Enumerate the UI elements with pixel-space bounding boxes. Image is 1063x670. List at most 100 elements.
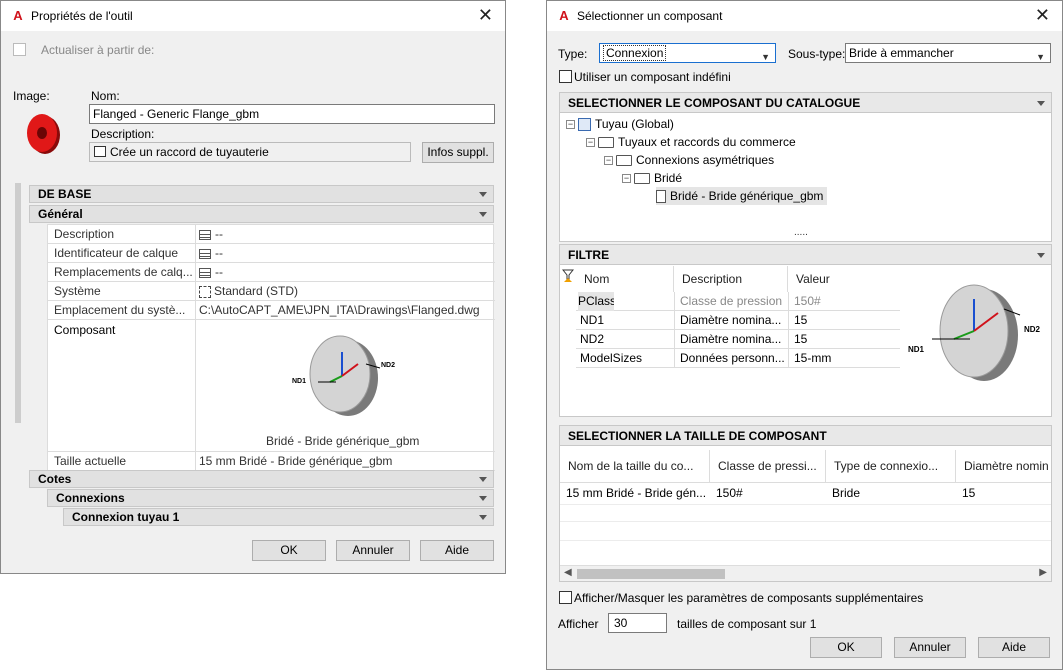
autocad-logo-icon: A bbox=[13, 8, 23, 23]
tree-node-tuyaux-raccords[interactable]: − Tuyaux et raccords du commerce bbox=[586, 133, 796, 151]
scroll-thumb[interactable] bbox=[577, 569, 725, 579]
filter-row[interactable]: PClass Classe de pression 150# bbox=[576, 292, 900, 311]
show-params-label: Afficher/Masquer les paramètres de compo… bbox=[574, 591, 924, 605]
folder-open-icon bbox=[634, 173, 650, 185]
subtype-select[interactable]: Bride à emmancher ▼ bbox=[845, 43, 1051, 63]
chevron-down-icon bbox=[1037, 253, 1045, 258]
prop-label: Système bbox=[54, 284, 101, 298]
description-edit-icon[interactable] bbox=[94, 146, 106, 157]
property-grid-scroll[interactable] bbox=[15, 183, 21, 423]
tree-node-label: Tuyau (Global) bbox=[595, 117, 674, 131]
collapse-icon: − bbox=[586, 137, 595, 148]
name-field[interactable]: Flanged - Generic Flange_gbm bbox=[89, 104, 495, 124]
catalog-panel: SELECTIONNER LE COMPOSANT DU CATALOGUE −… bbox=[559, 92, 1052, 242]
autocad-logo-icon: A bbox=[559, 8, 569, 23]
size-cell-diameter: 15 bbox=[962, 486, 976, 500]
tool-image bbox=[23, 113, 65, 155]
scroll-left-icon[interactable]: ◀ bbox=[564, 567, 572, 578]
prop-row-layer-override[interactable]: Remplacements de calq... -- bbox=[48, 263, 495, 282]
help-button[interactable]: Aide bbox=[420, 540, 494, 561]
tool-properties-dialog: A Propriétés de l'outil ✕ Actualiser à p… bbox=[0, 0, 506, 574]
prop-value: -- bbox=[199, 244, 223, 262]
filter-divider-2 bbox=[788, 292, 789, 368]
close-icon[interactable]: ✕ bbox=[478, 6, 493, 24]
filter-col-valeur[interactable]: Valeur bbox=[788, 266, 900, 292]
dialog-title: Propriétés de l'outil bbox=[31, 9, 133, 23]
filter-row[interactable]: ND2 Diamètre nomina... 15 bbox=[576, 330, 900, 349]
show-params-checkbox[interactable] bbox=[559, 591, 572, 604]
ok-button[interactable]: OK bbox=[252, 540, 326, 561]
use-undefined-checkbox[interactable] bbox=[559, 70, 572, 83]
tree-node-bride-generique[interactable]: Bridé - Bride générique_gbm bbox=[656, 187, 828, 205]
name-label: Nom: bbox=[91, 89, 120, 103]
more-info-button[interactable]: Infos suppl. bbox=[422, 142, 494, 163]
select-component-dialog: A Sélectionner un composant ✕ Type: Conn… bbox=[546, 0, 1063, 670]
prop-row-current-size[interactable]: Taille actuelle 15 mm Bridé - Bride géné… bbox=[48, 452, 495, 471]
folder-open-icon bbox=[616, 155, 632, 167]
filter-col-description[interactable]: Description bbox=[674, 266, 788, 292]
dialog-title: Sélectionner un composant bbox=[577, 9, 723, 23]
type-label: Type: bbox=[558, 47, 588, 61]
size-col-connection[interactable]: Type de connexio... bbox=[826, 450, 956, 482]
splitter-handle[interactable]: ..... bbox=[794, 228, 808, 238]
section-connexions-label: Connexions bbox=[56, 491, 125, 505]
section-connexion-tuyau-1[interactable]: Connexion tuyau 1 bbox=[63, 508, 494, 526]
size-col-name[interactable]: Nom de la taille du co... bbox=[560, 450, 710, 482]
sizes-suffix-label: tailles de composant sur 1 bbox=[677, 617, 817, 631]
description-label: Description: bbox=[91, 127, 155, 141]
component-icon bbox=[656, 190, 666, 204]
component-caption: Bridé - Bride générique_gbm bbox=[266, 434, 420, 448]
prop-row-description[interactable]: Description -- bbox=[48, 225, 495, 244]
filter-cell-desc: Diamètre nomina... bbox=[680, 313, 782, 327]
horizontal-scrollbar[interactable]: ◀ ▶ bbox=[560, 565, 1051, 581]
filter-row[interactable]: ND1 Diamètre nomina... 15 bbox=[576, 311, 900, 330]
size-cell-name: 15 mm Bridé - Bride gén... bbox=[566, 486, 706, 500]
description-field[interactable]: Crée un raccord de tuyauterie bbox=[89, 142, 411, 162]
catalog-header: SELECTIONNER LE COMPOSANT DU CATALOGUE bbox=[560, 93, 1051, 113]
ok-button[interactable]: OK bbox=[810, 637, 882, 658]
filter-icon[interactable] bbox=[561, 269, 575, 283]
cancel-button[interactable]: Annuler bbox=[336, 540, 410, 561]
filter-row[interactable]: ModelSizes Données personn... 15-mm bbox=[576, 349, 900, 368]
section-de-base[interactable]: DE BASE bbox=[29, 185, 494, 203]
prop-value-text: -- bbox=[215, 227, 223, 241]
filter-panel: FILTRE Nom Description Valeur PClass Cla… bbox=[559, 244, 1052, 417]
size-row[interactable]: 15 mm Bridé - Bride gén... 150# Bride 15 bbox=[560, 482, 1051, 504]
subtype-label: Sous-type: bbox=[788, 47, 846, 61]
filter-cell-value: 15-mm bbox=[794, 351, 832, 365]
prop-row-system[interactable]: Système Standard (STD) bbox=[48, 282, 495, 301]
cancel-button[interactable]: Annuler bbox=[894, 637, 966, 658]
help-button[interactable]: Aide bbox=[978, 637, 1050, 658]
catalog-icon bbox=[578, 118, 591, 132]
tree-node-bride[interactable]: − Bridé bbox=[622, 169, 682, 187]
title-bar: A Sélectionner un composant ✕ bbox=[547, 1, 1062, 31]
size-header: SELECTIONNER LA TAILLE DE COMPOSANT bbox=[560, 426, 1051, 446]
description-value: Crée un raccord de tuyauterie bbox=[110, 145, 269, 159]
prop-row-location[interactable]: Emplacement du systè... C:\AutoCAPT_AME\… bbox=[48, 301, 495, 320]
size-col-diameter[interactable]: Diamètre nomin bbox=[956, 450, 1051, 482]
scroll-right-icon[interactable]: ▶ bbox=[1039, 567, 1047, 578]
close-icon[interactable]: ✕ bbox=[1035, 6, 1050, 24]
size-header-label: SELECTIONNER LA TAILLE DE COMPOSANT bbox=[568, 429, 827, 443]
prop-row-layer-id[interactable]: Identificateur de calque -- bbox=[48, 244, 495, 263]
update-from-checkbox[interactable] bbox=[13, 43, 26, 56]
prop-label: Emplacement du systè... bbox=[54, 303, 186, 317]
prop-value: -- bbox=[199, 225, 223, 243]
type-select[interactable]: Connexion ▼ bbox=[599, 43, 776, 63]
size-col-pressure[interactable]: Classe de pressi... bbox=[710, 450, 826, 482]
chevron-down-icon: ▼ bbox=[1036, 52, 1045, 62]
section-connexions[interactable]: Connexions bbox=[47, 489, 494, 507]
show-count-field[interactable]: 30 bbox=[608, 613, 667, 633]
prop-value-text: -- bbox=[215, 246, 223, 260]
flange-thumbnail-icon bbox=[27, 114, 60, 154]
filter-col-nom[interactable]: Nom bbox=[576, 266, 674, 292]
section-general[interactable]: Général bbox=[29, 205, 494, 223]
section-cotes[interactable]: Cotes bbox=[29, 470, 494, 488]
prop-value: -- bbox=[199, 263, 223, 281]
use-undefined-label: Utiliser un composant indéfini bbox=[574, 70, 731, 84]
tree-node-tuyau[interactable]: − Tuyau (Global) bbox=[566, 115, 674, 133]
tree-node-connexions-asym[interactable]: − Connexions asymétriques bbox=[604, 151, 774, 169]
prop-row-component[interactable]: Composant ND1 ND2 Bridé - Bride génériqu… bbox=[48, 320, 495, 452]
filter-cell-name: ND1 bbox=[580, 313, 605, 327]
size-cell-connection: Bride bbox=[832, 486, 861, 500]
